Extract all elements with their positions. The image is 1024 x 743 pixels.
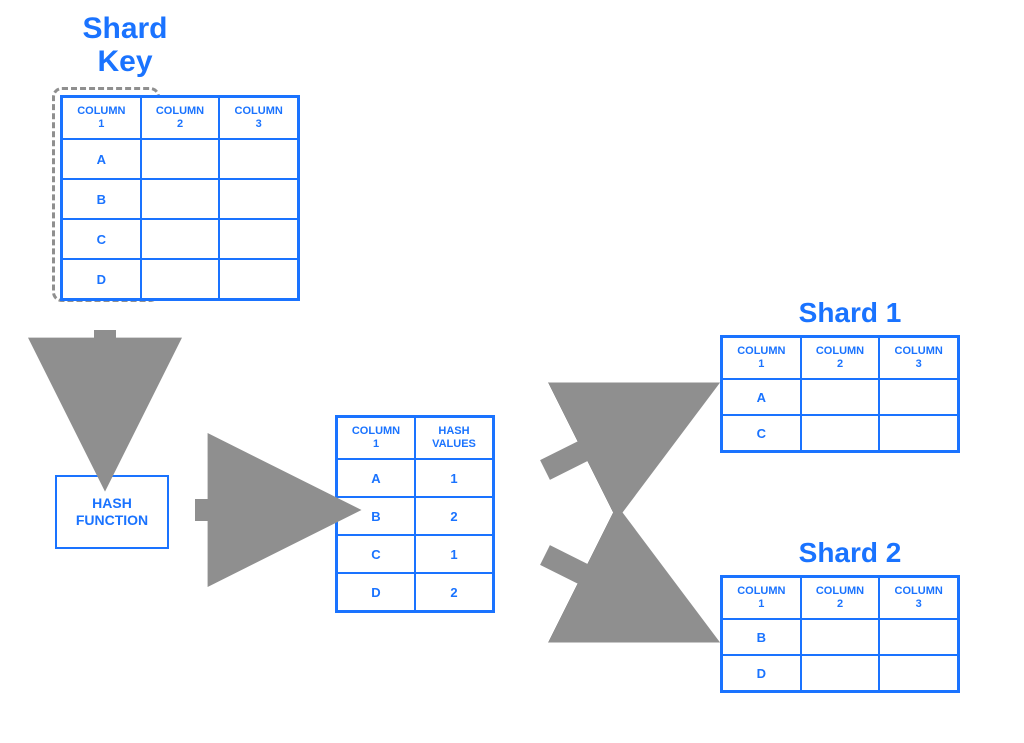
table-row: A (62, 139, 298, 179)
hash-header-col2: HASHVALUES (415, 417, 493, 459)
shard2-header-col3: COLUMN3 (879, 577, 958, 619)
shard1-r2-c2 (801, 415, 880, 451)
shard1-header-col1: COLUMN1 (722, 337, 801, 379)
shard1-r2-c3 (879, 415, 958, 451)
shard2-title: Shard 2 (770, 538, 930, 569)
table-row: D 2 (337, 573, 493, 611)
table-row: B (722, 619, 958, 655)
table-row: D (722, 655, 958, 691)
hash-r2-c1: B (337, 497, 415, 535)
table-row: C 1 (337, 535, 493, 573)
hash-r1-c1: A (337, 459, 415, 497)
source-r2-c2 (141, 179, 220, 219)
source-header-col2: COLUMN2 (141, 97, 220, 139)
source-r3-c3 (219, 219, 298, 259)
source-r4-c3 (219, 259, 298, 299)
source-r1-c2 (141, 139, 220, 179)
source-r3-c2 (141, 219, 220, 259)
shard1-title: Shard 1 (770, 298, 930, 329)
source-header-col1: COLUMN1 (62, 97, 141, 139)
shard1-table: COLUMN1 COLUMN2 COLUMN3 A C (720, 335, 960, 453)
table-row: D (62, 259, 298, 299)
source-r1-c3 (219, 139, 298, 179)
shard-key-title: ShardKey (60, 12, 190, 78)
hash-header-col1: COLUMN1 (337, 417, 415, 459)
hash-r1-c2: 1 (415, 459, 493, 497)
shard2-r1-c2 (801, 619, 880, 655)
source-r1-c1: A (62, 139, 141, 179)
shard1-header-col3: COLUMN3 (879, 337, 958, 379)
source-r4-c2 (141, 259, 220, 299)
shard1-r1-c2 (801, 379, 880, 415)
shard2-header-col2: COLUMN2 (801, 577, 880, 619)
shard2-r2-c3 (879, 655, 958, 691)
shard1-r1-c1: A (722, 379, 801, 415)
hash-r3-c1: C (337, 535, 415, 573)
table-row: B 2 (337, 497, 493, 535)
shard1-r2-c1: C (722, 415, 801, 451)
hash-r2-c2: 2 (415, 497, 493, 535)
hash-r4-c1: D (337, 573, 415, 611)
table-row: A 1 (337, 459, 493, 497)
shard2-table: COLUMN1 COLUMN2 COLUMN3 B D (720, 575, 960, 693)
shard2-header-col1: COLUMN1 (722, 577, 801, 619)
source-r4-c1: D (62, 259, 141, 299)
shard1-r1-c3 (879, 379, 958, 415)
hash-table: COLUMN1 HASHVALUES A 1 B 2 C 1 D 2 (335, 415, 495, 613)
source-r2-c1: B (62, 179, 141, 219)
arrow-hash-to-shard1-icon (545, 410, 665, 470)
hash-function-label: HASHFUNCTION (76, 495, 148, 530)
table-row: B (62, 179, 298, 219)
source-header-col3: COLUMN3 (219, 97, 298, 139)
shard2-r2-c2 (801, 655, 880, 691)
shard2-r1-c3 (879, 619, 958, 655)
source-r3-c1: C (62, 219, 141, 259)
source-table: COLUMN1 COLUMN2 COLUMN3 A B C D (60, 95, 300, 301)
hash-r4-c2: 2 (415, 573, 493, 611)
shard2-r2-c1: D (722, 655, 801, 691)
hash-function-box: HASHFUNCTION (55, 475, 169, 549)
shard2-r1-c1: B (722, 619, 801, 655)
table-row: A (722, 379, 958, 415)
source-r2-c3 (219, 179, 298, 219)
table-row: C (722, 415, 958, 451)
shard1-header-col2: COLUMN2 (801, 337, 880, 379)
hash-r3-c2: 1 (415, 535, 493, 573)
arrow-hash-to-shard2-icon (545, 555, 665, 615)
table-row: C (62, 219, 298, 259)
